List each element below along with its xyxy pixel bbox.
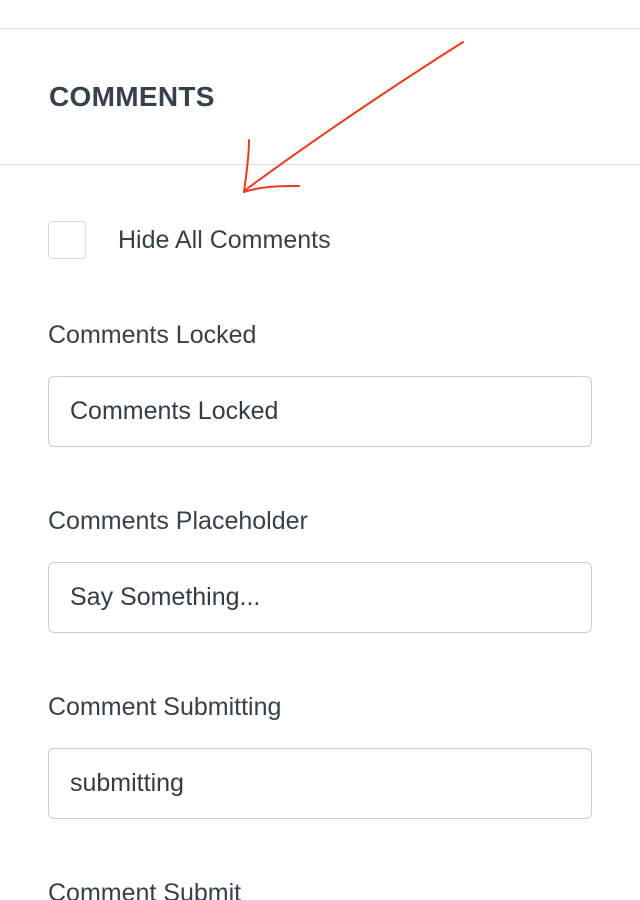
hide-all-comments-checkbox[interactable] (48, 221, 86, 259)
comments-placeholder-label: Comments Placeholder (48, 507, 308, 535)
comments-locked-label: Comments Locked (48, 321, 257, 349)
section-title: COMMENTS (49, 81, 215, 112)
comments-locked-input[interactable]: Comments Locked (48, 376, 592, 447)
hide-all-comments-option[interactable]: Hide All Comments (48, 220, 331, 260)
comment-submitting-label: Comment Submitting (48, 693, 282, 721)
comments-settings-panel: COMMENTS Hide All Comments Comments Lock… (0, 0, 640, 900)
comment-submitting-input[interactable]: submitting (48, 748, 592, 819)
comments-placeholder-input[interactable]: Say Something... (48, 562, 592, 633)
hide-all-comments-label[interactable]: Hide All Comments (118, 225, 331, 255)
comment-submit-label: Comment Submit (48, 879, 242, 900)
comments-locked-field: Comments Locked Comments Locked (48, 320, 592, 447)
comment-submit-field: Comment Submit (48, 878, 592, 900)
top-divider (0, 28, 640, 29)
comments-placeholder-field: Comments Placeholder Say Something... (48, 506, 592, 633)
comment-submitting-field: Comment Submitting submitting (48, 692, 592, 819)
header-divider (0, 164, 640, 165)
